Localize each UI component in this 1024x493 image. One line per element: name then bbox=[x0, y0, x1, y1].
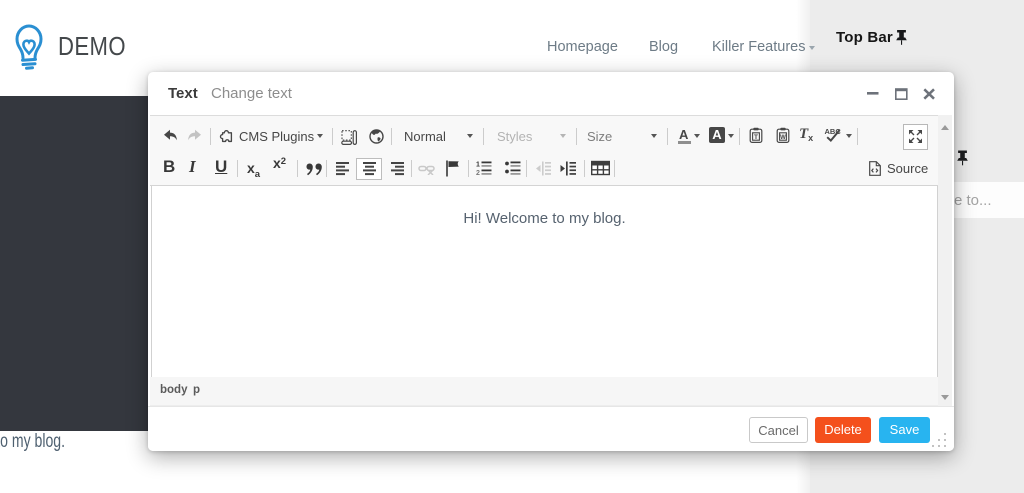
svg-text:2: 2 bbox=[476, 170, 480, 176]
svg-text:W: W bbox=[780, 135, 786, 141]
svg-text:1: 1 bbox=[476, 162, 480, 169]
svg-text:T: T bbox=[754, 134, 758, 141]
